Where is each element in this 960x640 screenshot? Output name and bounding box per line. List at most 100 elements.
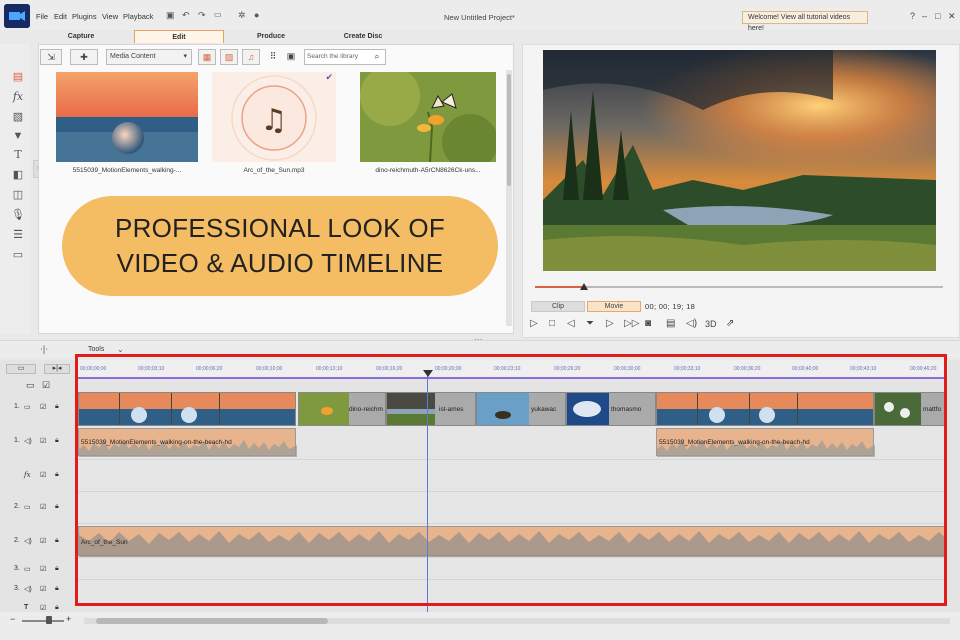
track-enable-checkbox[interactable]: ☑ xyxy=(40,403,46,411)
prev-frame-icon[interactable]: ◁ xyxy=(567,318,575,329)
undo-icon[interactable]: ↶ xyxy=(182,10,190,21)
zoom-slider-handle[interactable] xyxy=(46,616,52,624)
media-content-dropdown[interactable]: Media Content ▾ xyxy=(106,49,192,65)
fast-forward-icon[interactable]: ▷▷ xyxy=(624,318,639,329)
timeline-scroll-thumb[interactable] xyxy=(96,618,328,624)
image-filter-icon[interactable]: ▨ xyxy=(220,49,238,65)
fit-timeline-icon[interactable]: ▸|◂ xyxy=(44,364,70,374)
split-icon[interactable]: ⏷ xyxy=(586,318,594,329)
library-scroll-thumb[interactable] xyxy=(507,74,511,186)
tools-dropdown-icon[interactable]: ⌄ xyxy=(117,345,124,354)
chevron-down-icon: ▾ xyxy=(183,53,187,60)
track-enable-checkbox[interactable]: ☑ xyxy=(40,565,46,573)
search-icon[interactable]: ⌕ xyxy=(370,49,384,65)
track-enable-checkbox[interactable]: ☑ xyxy=(40,471,46,479)
plugin-button[interactable]: ✚ xyxy=(70,49,98,65)
help-button[interactable]: ? xyxy=(910,11,915,21)
track-number: 1. xyxy=(14,437,20,444)
lock-icon[interactable]: 🔒︎ xyxy=(55,604,59,612)
lock-icon[interactable]: 🔒︎ xyxy=(55,403,59,411)
title-room-icon[interactable]: T xyxy=(10,148,26,161)
voiceover-icon[interactable]: 🎙 xyxy=(10,208,26,221)
tab-capture[interactable]: Capture xyxy=(36,30,126,43)
preview-scrub-track[interactable] xyxy=(535,286,943,288)
timecode-display[interactable]: 00; 00; 19; 18 xyxy=(645,302,695,311)
snapshot-icon[interactable]: ◙ xyxy=(645,318,651,329)
banner-line-2: VIDEO & AUDIO TIMELINE xyxy=(116,248,444,278)
import-media-button[interactable]: ⇲ xyxy=(40,49,62,65)
zoom-slider[interactable] xyxy=(22,620,64,622)
menu-plugins[interactable]: Plugins xyxy=(72,12,97,21)
audio-mixing-icon[interactable]: ◫ xyxy=(10,188,26,201)
lock-icon[interactable]: 🔒︎ xyxy=(55,471,59,479)
enable-all-checkbox[interactable]: ☑ xyxy=(42,380,50,391)
minimize-button[interactable]: – xyxy=(922,11,927,21)
subtitle-toggle-icon[interactable]: ▤ xyxy=(666,318,675,329)
video-track-icon: ▭ xyxy=(24,566,31,573)
track-number: 2. xyxy=(14,537,20,544)
checkmark-icon: ✔ xyxy=(325,72,333,82)
close-button[interactable]: ✕ xyxy=(948,11,956,22)
library-item-video[interactable] xyxy=(56,72,198,162)
chapter-room-icon[interactable]: ☰ xyxy=(10,228,26,241)
welcome-tutorial-link[interactable]: Welcome! View all tutorial videos here! xyxy=(742,11,868,32)
save-icon[interactable]: ▣ xyxy=(166,10,175,21)
speaker-icon: ◁) xyxy=(24,538,32,545)
tab-produce[interactable]: Produce xyxy=(226,30,316,43)
pip-room-icon[interactable]: ▧ xyxy=(10,110,26,123)
mode-tabs: Capture Edit Produce Create Disc xyxy=(36,30,512,43)
redo-icon[interactable]: ↷ xyxy=(198,10,206,21)
clip-mode-tab[interactable]: Clip xyxy=(531,301,585,312)
lock-icon[interactable]: 🔒︎ xyxy=(55,537,59,545)
volume-icon[interactable]: ◁) xyxy=(686,318,697,329)
list-view-icon[interactable]: ▣ xyxy=(284,49,298,65)
audio-filter-icon[interactable]: ♫ xyxy=(242,49,260,65)
lock-icon[interactable]: 🔒︎ xyxy=(55,437,59,445)
zoom-out-icon[interactable]: − xyxy=(10,614,15,624)
3d-toggle-button[interactable]: 3D xyxy=(705,319,717,329)
snap-icon[interactable]: ⋅|⋅ xyxy=(40,344,48,355)
stop-icon[interactable]: □ xyxy=(549,318,555,329)
track-enable-checkbox[interactable]: ☑ xyxy=(40,537,46,545)
next-frame-icon[interactable]: ▷ xyxy=(606,318,614,329)
preview-video[interactable] xyxy=(543,50,936,271)
settings-icon[interactable]: ✲ xyxy=(238,10,246,21)
video-filter-icon[interactable]: ▦ xyxy=(198,49,216,65)
track-enable-checkbox[interactable]: ☑ xyxy=(40,604,46,612)
banner-line-1: PROFESSIONAL LOOK OF xyxy=(114,213,446,243)
tab-create-disc[interactable]: Create Disc xyxy=(318,30,408,43)
aspect-ratio-icon[interactable]: ▭ xyxy=(214,10,222,19)
library-item-image[interactable] xyxy=(360,72,496,162)
menu-file[interactable]: File xyxy=(36,12,48,21)
lock-icon[interactable]: 🔒︎ xyxy=(55,503,59,511)
particle-room-icon[interactable]: ▼ xyxy=(10,130,26,142)
zoom-in-icon[interactable]: + xyxy=(66,614,71,624)
menu-edit[interactable]: Edit xyxy=(54,12,67,21)
grid-view-icon[interactable]: ⠿ xyxy=(266,49,280,65)
menu-playback[interactable]: Playback xyxy=(123,12,153,21)
track-enable-checkbox[interactable]: ☑ xyxy=(40,585,46,593)
track-manager-icon[interactable]: ▭ xyxy=(6,364,36,374)
preview-scrub-handle[interactable] xyxy=(580,283,588,290)
track-number: 1. xyxy=(14,403,20,410)
lock-icon[interactable]: 🔒︎ xyxy=(55,585,59,593)
account-icon[interactable]: ● xyxy=(254,10,259,20)
subtitle-room-icon[interactable]: ▭ xyxy=(10,248,26,261)
maximize-button[interactable]: □ xyxy=(935,11,940,21)
movie-mode-tab[interactable]: Movie xyxy=(587,301,641,312)
tab-edit[interactable]: Edit xyxy=(134,30,224,43)
menu-view[interactable]: View xyxy=(102,12,118,21)
track-visibility-icon[interactable]: ▭ xyxy=(26,380,35,391)
lock-icon[interactable]: 🔒︎ xyxy=(55,565,59,573)
tools-menu[interactable]: Tools xyxy=(88,346,104,353)
fx-room-icon[interactable]: fx xyxy=(10,90,26,103)
track-header-title: T ☑ 🔒︎ xyxy=(0,604,76,612)
play-icon[interactable]: ▷ xyxy=(530,318,538,329)
media-room-icon[interactable]: ▤ xyxy=(10,70,26,83)
track-number: 3. xyxy=(14,585,20,592)
track-enable-checkbox[interactable]: ☑ xyxy=(40,437,46,445)
track-enable-checkbox[interactable]: ☑ xyxy=(40,503,46,511)
library-item-audio[interactable]: ♫ ✔ xyxy=(212,72,336,162)
transition-room-icon[interactable]: ◧ xyxy=(10,168,26,181)
undock-icon[interactable]: ⇗ xyxy=(726,318,734,329)
